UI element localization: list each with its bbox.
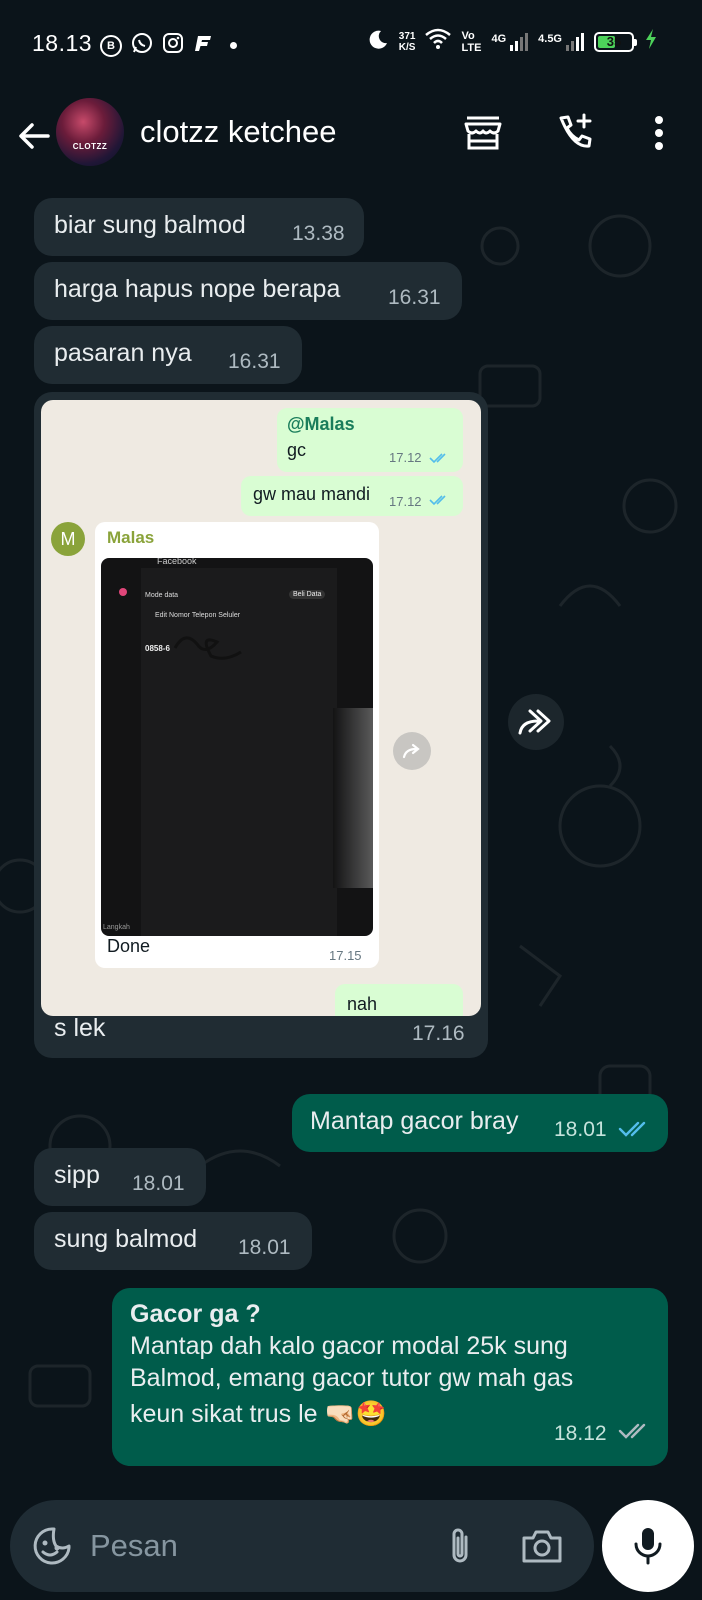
volte-indicator: Vo LTE [461,29,482,54]
moon-icon [367,28,389,55]
more-notifications-dot [230,42,237,49]
inner-caption: Done [107,936,151,956]
message-time: 18.12 [554,1422,607,1445]
image-caption: s lek [54,1014,106,1042]
message-text: sipp [54,1161,100,1189]
double-tick-grey-icon [618,1423,646,1439]
quoted-text: gc [287,440,307,460]
battery-icon: 35 [594,31,637,52]
store-icon [464,116,502,150]
double-tick-icon [429,495,446,506]
message-incoming[interactable]: sung balmod 18.01 [34,1212,312,1270]
sticker-icon [33,1527,71,1565]
sticker-button[interactable] [28,1522,76,1570]
message-text: sung balmod [54,1225,198,1253]
app-f-icon [192,32,214,59]
message-incoming[interactable]: pasaran nya 16.31 [34,326,302,384]
message-text: biar sung balmod [54,211,246,239]
forward-small-icon [393,732,431,770]
add-call-button[interactable] [550,108,600,158]
phone-plus-icon [559,113,592,148]
network-speed: 371 K/S [398,30,416,53]
status-bar: 18.13 B 371 K/S Vo LTE 4G 4.5G 35 [0,0,702,90]
sender-name: Malas [107,528,155,547]
message-line: Mantap dah kalo gacor modal 25k sung [130,1332,568,1360]
charging-icon [644,28,658,55]
inner-time: 17.15 [329,948,362,963]
message-time: 18.01 [554,1118,607,1141]
chat-area[interactable]: biar sung balmod 13.38 harga hapus nope … [0,186,702,1490]
more-options-button[interactable] [634,108,684,158]
image-bubble-second: gw mau mandi 17.12 [241,476,463,516]
attach-button[interactable] [436,1522,484,1570]
message-input[interactable] [90,1520,420,1572]
screenshot-thumbnail: Facebook Mode data Beli Data Edit Nomor … [101,558,373,936]
message-text: harga hapus nope berapa [54,275,341,303]
message-title: Gacor ga ? [130,1300,261,1328]
voice-message-button[interactable] [602,1500,694,1592]
mention-text: @Malas [287,414,355,434]
camera-icon [522,1530,562,1563]
message-outgoing[interactable]: Mantap gacor bray 18.01 [292,1094,668,1152]
status-time: 18.13 [32,30,93,56]
image-bubble-peek: nah [335,984,463,1016]
microphone-icon [634,1528,662,1565]
second-text: gw mau mandi [253,484,371,504]
message-text: pasaran nya [54,339,192,367]
message-line: keun sikat trus le 🤜🏻🤩 [130,1400,387,1428]
message-composer [10,1500,594,1592]
chat-header: CLOTZZ clotzz ketchee [0,90,702,186]
catalog-button[interactable] [458,108,508,158]
message-line: Balmod, emang gacor tutor gw mah gas [130,1364,574,1392]
message-incoming[interactable]: sipp 18.01 [34,1148,206,1206]
paperclip-icon [452,1528,468,1563]
status-right: 371 K/S Vo LTE 4G 4.5G 35 [367,28,658,55]
more-vert-icon [655,116,663,150]
message-time: 17.16 [412,1022,465,1045]
message-time: 16.31 [228,350,281,373]
sender-avatar: M [51,522,85,556]
message-time: 16.31 [388,286,441,309]
contact-name[interactable]: clotzz ketchee [140,114,336,150]
second-time: 17.12 [389,494,422,509]
message-time: 18.01 [132,1172,185,1195]
message-incoming[interactable]: biar sung balmod 13.38 [34,198,364,256]
message-time: 18.01 [238,1236,291,1259]
instagram-icon [162,32,184,59]
arrow-left-icon [19,123,50,149]
back-button[interactable] [14,116,54,156]
image-bubble-quoted: @Malas gc 17.12 [277,408,463,472]
shared-image[interactable]: @Malas gc 17.12 gw mau mandi 17.12 M Mal… [41,400,481,1016]
whatsapp-icon [130,31,154,60]
message-outgoing[interactable]: Gacor ga ? Mantap dah kalo gacor modal 2… [112,1288,668,1466]
forward-button[interactable] [508,694,564,750]
double-tick-icon [618,1121,646,1137]
signal-1: 4G [491,32,529,51]
message-text: Mantap gacor bray [310,1107,519,1135]
message-time: 13.38 [292,222,345,245]
forward-icon [518,709,551,735]
quoted-time: 17.12 [389,450,422,465]
double-tick-icon [429,453,446,464]
message-incoming[interactable]: harga hapus nope berapa 16.31 [34,262,462,320]
b-app-icon: B [100,34,122,57]
notification-icons: B [100,31,237,60]
camera-button[interactable] [516,1522,568,1570]
wifi-icon [425,28,452,55]
contact-avatar[interactable]: CLOTZZ [56,98,124,166]
signal-2: 4.5G [538,32,584,51]
